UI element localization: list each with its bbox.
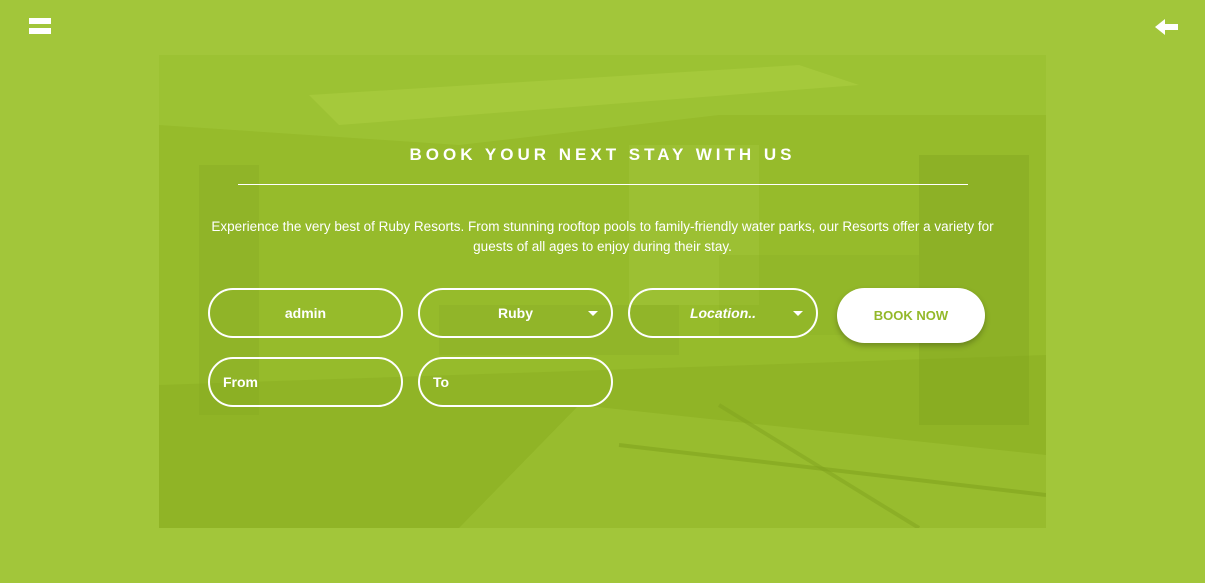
location-select[interactable]: Location.. xyxy=(628,288,818,338)
page-title: BOOK YOUR NEXT STAY WITH US xyxy=(409,145,796,164)
arrow-left-icon[interactable] xyxy=(1155,18,1179,36)
from-date-field[interactable]: From xyxy=(208,357,403,407)
resort-select-value: Ruby xyxy=(498,305,533,321)
book-now-button[interactable]: BOOK NOW xyxy=(837,288,985,343)
title-divider xyxy=(238,184,968,185)
intro-paragraph: Experience the very best of Ruby Resorts… xyxy=(211,218,994,254)
location-select-value: Location.. xyxy=(689,305,757,321)
username-value: admin xyxy=(284,305,327,321)
resort-select[interactable]: Ruby xyxy=(418,288,613,338)
booking-panel: BOOK YOUR NEXT STAY WITH US Experience t… xyxy=(159,55,1046,528)
chevron-down-icon xyxy=(588,311,598,316)
from-date-placeholder: From xyxy=(223,374,258,390)
chevron-down-icon xyxy=(793,311,803,316)
to-date-field[interactable]: To xyxy=(418,357,613,407)
to-date-placeholder: To xyxy=(433,374,450,390)
username-field[interactable]: admin xyxy=(208,288,403,338)
hamburger-menu-icon[interactable] xyxy=(29,18,51,34)
